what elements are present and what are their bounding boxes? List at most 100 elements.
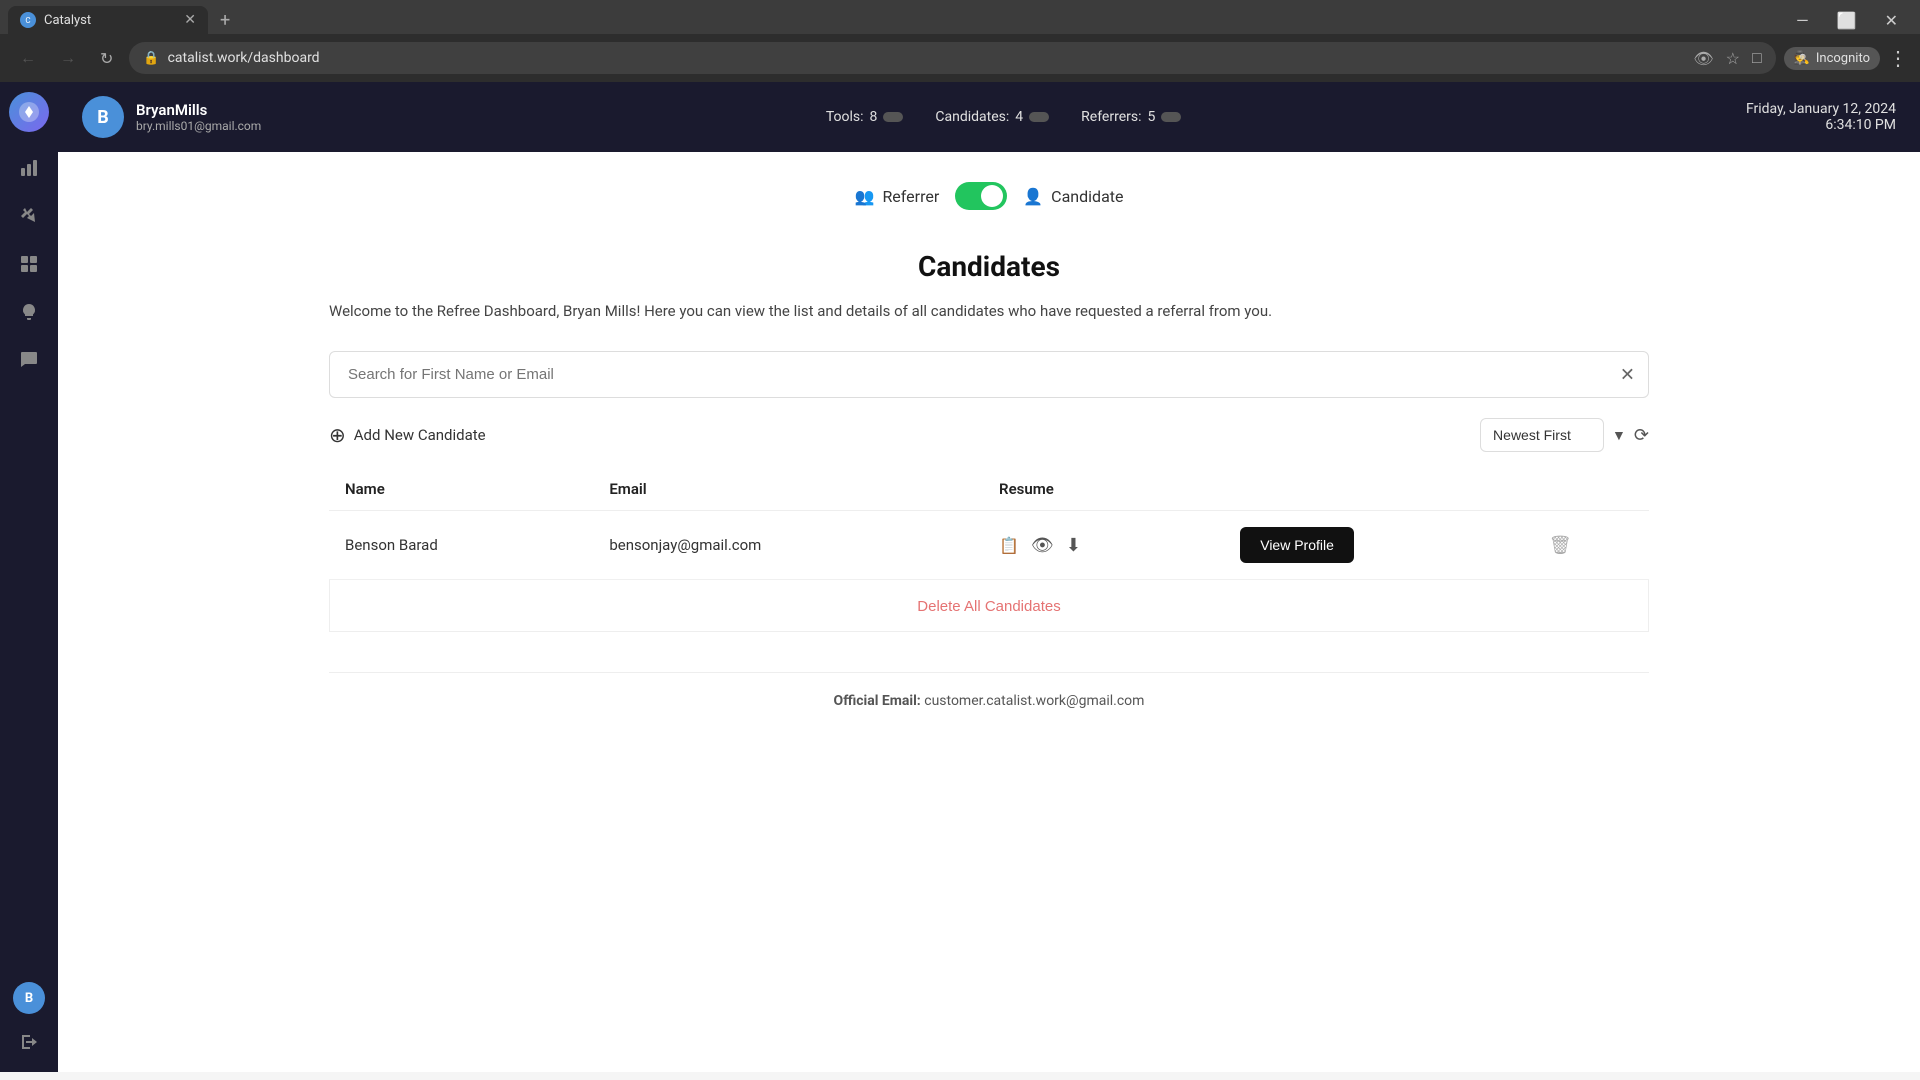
stat-tools-label: Tools: [826,109,864,125]
view-profile-button[interactable]: View Profile [1240,527,1354,563]
table-header-row: Name Email Resume [329,468,1649,511]
top-bar: B BryanMills bry.mills01@gmail.com Tools… [58,82,1920,152]
col-resume: Resume [983,468,1224,511]
main-content: B BryanMills bry.mills01@gmail.com Tools… [58,82,1920,1072]
signout-icon [19,1032,39,1052]
sort-select[interactable]: Newest First [1480,418,1604,452]
sort-dropdown-icon: ▼ [1612,427,1626,444]
stat-candidates-label: Candidates: [935,109,1009,125]
candidate-email: bensonjay@gmail.com [593,511,983,580]
stat-referrers-label: Referrers: [1081,109,1141,125]
browser-chrome: C Catalyst ✕ + — ⬜ ✕ ← → ↻ 🔒 catalist.wo… [0,0,1920,82]
search-input[interactable] [329,351,1649,398]
toggle-slider [955,182,1007,210]
delete-cell: 🗑 [1533,511,1649,580]
lightbulb-icon [19,302,39,322]
sidebar-item-ideas[interactable] [9,292,49,332]
delete-all-container: Delete All Candidates [329,580,1649,632]
browser-tab-active[interactable]: C Catalyst ✕ [8,6,208,34]
sidebar-logo[interactable] [9,92,49,132]
stat-referrers: Referrers: 5 [1081,109,1181,125]
add-candidate-button[interactable]: ⊕ Add New Candidate [329,423,486,447]
col-actions [1224,468,1533,511]
maximize-button[interactable]: ⬜ [1823,7,1871,34]
table-header: Name Email Resume [329,468,1649,511]
search-clear-icon[interactable]: ✕ [1620,364,1635,385]
new-tab-icon[interactable]: + [212,10,238,31]
address-bar[interactable]: 🔒 catalist.work/dashboard 👁 ☆ □ [129,42,1775,74]
app-wrapper: B B BryanMills bry.mills01@gmail.com Too… [0,82,1920,1072]
user-name: BryanMills [136,101,261,119]
eye-off-icon[interactable]: 👁 [1693,49,1713,68]
stat-tools: Tools: 8 [826,109,904,125]
candidate-icon: 👤 [1023,187,1043,206]
sort-container: Newest First ▼ ⟳ [1480,418,1649,452]
footer-prefix: Official Email: [834,693,921,709]
tab-favicon: C [20,12,36,28]
delete-all-button[interactable]: Delete All Candidates [917,598,1060,615]
footer-text: Official Email: customer.catalist.work@g… [349,693,1629,709]
footer-email: customer.catalist.work@gmail.com [924,693,1144,709]
sidebar-item-dashboard[interactable] [9,244,49,284]
address-text: catalist.work/dashboard [168,50,1686,66]
forward-button[interactable]: → [52,44,84,72]
stat-tools-count: 8 [870,109,878,125]
footer: Official Email: customer.catalist.work@g… [329,672,1649,729]
view-resume-icon[interactable]: 👁 [1031,535,1054,556]
analytics-icon [19,158,39,178]
delete-row-icon[interactable]: 🗑 [1549,535,1572,556]
lock-icon: 🔒 [143,51,159,66]
add-candidate-label: Add New Candidate [354,426,486,444]
view-profile-cell: View Profile [1224,511,1533,580]
sidebar-user-avatar[interactable]: B [13,982,45,1014]
tab-close-icon[interactable]: ✕ [184,12,196,28]
candidate-name: Benson Barad [329,511,593,580]
top-bar-time: 6:34:10 PM [1746,117,1896,133]
candidate-toggle-label: 👤 Candidate [1023,187,1123,206]
download-resume-icon[interactable]: ⬇ [1066,535,1081,556]
resume-actions-cell: 📋 👁 ⬇ [983,511,1224,580]
chat-icon [19,350,39,370]
table-body: Benson Barad bensonjay@gmail.com 📋 👁 ⬇ [329,511,1649,580]
referrers-stat-icon [1161,112,1181,122]
copy-icon[interactable]: 📋 [999,536,1019,555]
candidates-table: Name Email Resume Benson Barad bensonjay… [329,468,1649,580]
close-button[interactable]: ✕ [1871,7,1912,34]
candidates-stat-icon [1029,112,1049,122]
reload-button[interactable]: ↻ [92,45,121,72]
window-controls: — ⬜ ✕ [1782,7,1912,34]
browser-address-bar: ← → ↻ 🔒 catalist.work/dashboard 👁 ☆ □ 🕵 … [0,34,1920,82]
sidebar-item-analytics[interactable] [9,148,49,188]
sidebar-item-messages[interactable] [9,340,49,380]
stat-referrers-count: 5 [1148,109,1156,125]
stat-candidates: Candidates: 4 [935,109,1049,125]
tab-title: Catalyst [44,13,176,28]
incognito-label: Incognito [1816,51,1870,66]
user-info: BryanMills bry.mills01@gmail.com [136,101,261,133]
star-icon[interactable]: ☆ [1726,49,1740,68]
col-email: Email [593,468,983,511]
extensions-icon[interactable]: □ [1752,48,1762,68]
logo-icon [17,100,41,124]
view-toggle-switch[interactable] [955,182,1007,210]
menu-icon[interactable]: ⋮ [1888,46,1908,70]
referrer-toggle-label: 👥 Referrer [855,187,940,206]
search-container: ✕ [329,351,1649,398]
referrer-icon: 👥 [855,187,875,206]
page-description: Welcome to the Refree Dashboard, Bryan M… [329,299,1379,323]
refresh-icon[interactable]: ⟳ [1634,425,1649,446]
view-toggle: 👥 Referrer 👤 Candidate [329,182,1649,210]
browser-tab-bar: C Catalyst ✕ + — ⬜ ✕ [0,0,1920,34]
top-bar-datetime: Friday, January 12, 2024 6:34:10 PM [1746,101,1896,133]
page-title: Candidates [329,250,1649,283]
top-bar-date: Friday, January 12, 2024 [1746,101,1896,117]
back-button[interactable]: ← [12,44,44,72]
incognito-badge[interactable]: 🕵 Incognito [1784,47,1880,70]
candidate-label-text: Candidate [1051,187,1123,206]
stat-candidates-count: 4 [1015,109,1023,125]
incognito-icon: 🕵 [1794,51,1810,66]
minimize-button[interactable]: — [1782,7,1823,34]
sidebar-signout-button[interactable] [9,1022,49,1062]
email-text: bensonjay@gmail.com [609,536,761,554]
sidebar-item-tools[interactable] [9,196,49,236]
